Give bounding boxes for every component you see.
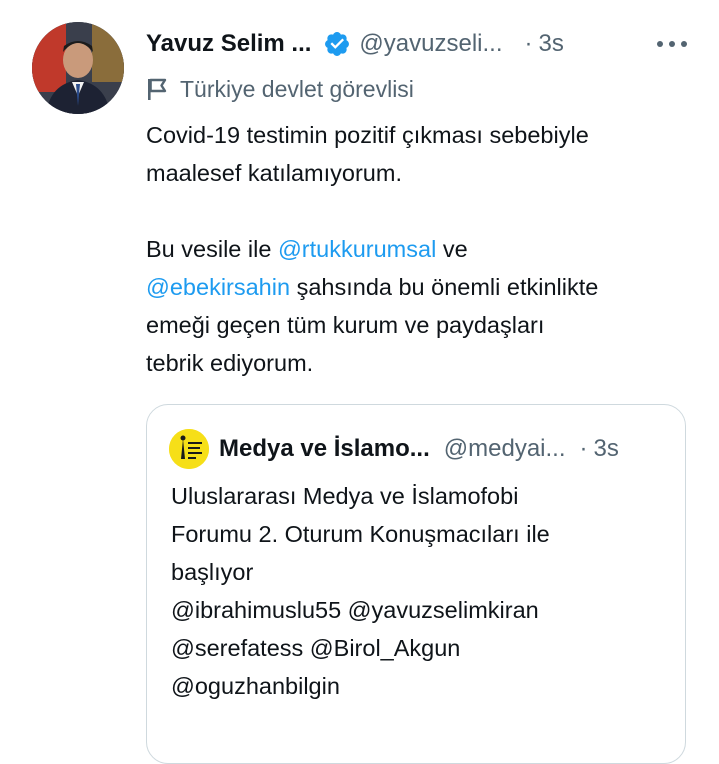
tweet-timestamp[interactable]: 3s — [539, 30, 564, 58]
quoted-tweet-text: Uluslararası Medya ve İslamofobi Forumu … — [171, 477, 671, 705]
quoted-text-line: başlıyor — [171, 559, 254, 585]
quoted-text-line: @oguzhanbilgin — [171, 673, 340, 699]
tweet-text-fragment: Bu vesile ile — [146, 236, 278, 262]
quoted-author-name[interactable]: Medya ve İslamo... — [219, 435, 430, 463]
tweet-text-fragment: şahsında bu önemli etkinlikte — [290, 274, 599, 300]
quoted-author-handle[interactable]: @medyai... — [444, 435, 566, 463]
quoted-tweet[interactable]: Medya ve İslamo... @medyai... · 3s Ulusl… — [146, 404, 686, 764]
author-handle[interactable]: @yavuzseli... — [359, 30, 502, 58]
quoted-text-line: Forumu 2. Oturum Konuşmacıları ile — [171, 521, 550, 547]
mention-link-ebekirsahin[interactable]: @ebekirsahin — [146, 274, 290, 300]
author-avatar-image — [32, 22, 124, 114]
tweet-text-line: Covid-19 testimin pozitif çıkması sebebi… — [146, 122, 589, 148]
quoted-author-logo — [169, 429, 209, 469]
quoted-author-avatar[interactable] — [169, 429, 209, 469]
quoted-header-separator: · — [579, 435, 588, 462]
flag-icon — [148, 78, 167, 100]
quoted-text-line: @serefatess @Birol_Akgun — [171, 635, 461, 661]
quoted-tweet-header: Medya ve İslamo... @medyai... · 3s — [169, 427, 665, 471]
tweet-text-line: Bu vesile ile @rtukkurumsal ve — [146, 230, 696, 268]
more-options-icon[interactable] — [655, 34, 689, 54]
tweet-text-line: maalesef katılamıyorum. — [146, 160, 402, 186]
mention-link-rtukkurumsal[interactable]: @rtukkurumsal — [278, 236, 436, 262]
tweet-text-fragment: ve — [436, 236, 468, 262]
quoted-text-line: Uluslararası Medya ve İslamofobi — [171, 483, 519, 509]
tweet-text: Covid-19 testimin pozitif çıkması sebebi… — [146, 116, 696, 382]
author-avatar[interactable] — [32, 22, 124, 114]
author-name[interactable]: Yavuz Selim ... — [146, 30, 311, 58]
header-separator: · — [524, 30, 533, 57]
account-label[interactable]: Türkiye devlet görevlisi — [146, 72, 414, 106]
verified-badge-icon — [325, 32, 350, 56]
tweet-text-line: tebrik ediyorum. — [146, 350, 314, 376]
tweet-text-line: @ebekirsahin şahsında bu önemli etkinlik… — [146, 268, 696, 306]
tweet[interactable]: Yavuz Selim ... @yavuzseli... · 3s Türki… — [0, 0, 719, 764]
quoted-tweet-timestamp[interactable]: 3s — [594, 435, 619, 463]
quoted-text-line: @ibrahimuslu55 @yavuzselimkiran — [171, 597, 539, 623]
tweet-text-line: emeği geçen tüm kurum ve paydaşları — [146, 312, 545, 338]
account-label-text: Türkiye devlet görevlisi — [180, 75, 414, 102]
tweet-header: Yavuz Selim ... @yavuzseli... · 3s — [146, 24, 689, 64]
